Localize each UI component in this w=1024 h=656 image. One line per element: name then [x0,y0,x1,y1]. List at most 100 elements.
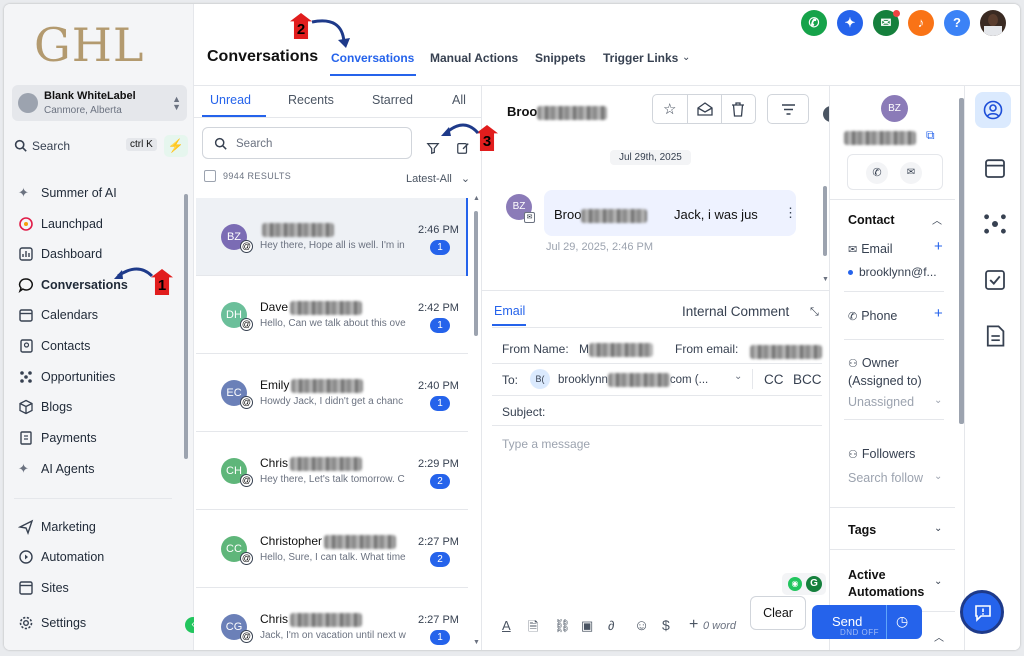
phone-icon[interactable]: ✆ [801,10,827,36]
nav-calendars[interactable]: Calendars [14,302,184,328]
scroll-up-icon[interactable]: ▲ [473,195,480,202]
trash-icon[interactable] [731,102,745,117]
sort-dropdown[interactable]: Latest-All ⌄ [406,172,470,185]
tab-all[interactable]: All [452,93,466,107]
tab-internal-comment[interactable]: Internal Comment [682,304,789,319]
filter-icon[interactable] [426,141,440,155]
conversation-row[interactable]: CG @ Chris 2:27 PM Jack, I'm on vacation unt… [196,588,468,650]
tab-unread[interactable]: Unread [210,93,251,107]
from-name-value[interactable]: M [579,342,653,357]
star-icon[interactable]: ☆ [663,100,676,118]
conversation-search-input[interactable]: Search [202,127,412,159]
tab-email[interactable]: Email [494,304,525,318]
text-format-icon[interactable]: A [502,618,511,633]
quick-action-bolt-icon[interactable]: ⚡ [164,135,188,157]
nav-blogs[interactable]: Blogs [14,394,184,420]
user-avatar[interactable] [980,10,1006,36]
select-all-checkbox[interactable] [204,170,216,182]
add-email-icon[interactable]: + [934,238,943,255]
send-button[interactable]: Send DND OFF ◷ [812,605,922,639]
bcc-button[interactable]: BCC [793,372,822,387]
sidebar-search[interactable]: Search ctrl K [12,134,160,158]
search-placeholder: Search [236,138,273,150]
document-icon[interactable]: 🗎 [528,618,538,640]
nav-marketing[interactable]: Marketing [14,514,184,540]
conversation-row[interactable]: CC @ Christopher 2:27 PM Hello, Sure, I can … [196,510,468,588]
to-field[interactable]: brooklynn com (... [558,373,708,387]
conversation-row[interactable]: DH @ Dave 2:42 PM Hello, Can we talk about t… [196,276,468,354]
nav-settings[interactable]: Settings [14,610,184,636]
tab-conversations[interactable]: Conversations [331,51,414,65]
conversation-row[interactable]: BZ @2:46 PM Hey there, Hope all is well. I… [196,198,468,276]
thread-scrollbar[interactable] [823,186,827,256]
attachment-icon[interactable]: ∂ [608,618,614,633]
grammar-assist[interactable]: ◉ G [782,573,826,595]
scroll-down-icon[interactable]: ▼ [473,639,480,646]
chevron-down-icon[interactable]: ⌄ [934,576,942,587]
bell-icon[interactable]: ♪ [908,10,934,36]
chevron-up-icon[interactable]: ︿ [934,629,944,644]
cc-button[interactable]: CC [764,372,784,387]
tab-snippets[interactable]: Snippets [535,51,586,65]
collapse-icon[interactable]: ⤡ [810,306,819,319]
nav-payments[interactable]: Payments [14,425,184,451]
chevron-down-icon[interactable]: ⌄ [934,471,942,482]
ai-sparkle-icon[interactable]: ✦ [837,10,863,36]
clear-button[interactable]: Clear [750,596,806,630]
chevron-down-icon[interactable]: ⌄ [934,395,942,406]
phone-icon[interactable]: ✆ [866,162,888,184]
emoji-icon[interactable]: ☺ [634,617,649,634]
nav-launchpad[interactable]: Launchpad [14,211,184,237]
nav-automation[interactable]: Automation [14,544,184,570]
notes-icon[interactable] [983,324,1007,348]
calendar-icon[interactable] [983,156,1007,180]
active-automations-heading[interactable]: Active Automations [848,567,938,601]
chevron-down-icon[interactable]: ⌄ [934,523,942,534]
task-check-icon[interactable] [983,268,1007,292]
tab-trigger-links[interactable]: Trigger Links [603,51,678,65]
list-scrollbar[interactable] [474,211,478,336]
conversation-row[interactable]: EC @ Emily 2:40 PM Howdy Jack, I didn't get … [196,354,468,432]
from-email-value[interactable] [750,343,822,361]
owner-select[interactable]: Unassigned [848,395,914,409]
link-icon[interactable]: ⛓ [554,618,571,634]
network-icon[interactable] [983,212,1007,236]
chevron-down-icon[interactable]: ⌄ [682,52,690,63]
message-time: 2:40 PM [418,380,459,392]
support-chat-button[interactable] [960,590,1004,634]
nav-contacts[interactable]: Contacts [14,333,184,359]
mail-open-icon[interactable] [697,102,713,116]
tab-manual-actions[interactable]: Manual Actions [430,51,518,65]
nav-summer-of-ai[interactable]: ✦ Summer of AI [14,180,184,206]
compose-new-icon[interactable] [456,141,470,155]
plus-icon[interactable]: + [689,616,698,634]
tags-heading[interactable]: Tags [848,523,876,537]
conversation-row[interactable]: CH @ Chris 2:29 PM Hey there, Let's talk tom… [196,432,468,510]
more-vertical-icon[interactable]: ⋮ [784,205,797,221]
rail-contact-active[interactable] [975,92,1011,128]
image-icon[interactable]: ▣ [581,618,593,634]
add-phone-icon[interactable]: + [934,305,943,322]
nav-opportunities[interactable]: Opportunities [14,364,184,390]
email-value[interactable]: brooklynn@f... [859,265,937,279]
nav-sites[interactable]: Sites [14,575,184,601]
chevron-down-icon[interactable]: ⌄ [734,371,742,382]
tab-recents[interactable]: Recents [288,93,334,107]
open-external-icon[interactable]: ⧉ [926,128,935,143]
sidebar-scrollbar[interactable] [184,194,188,459]
sort-lines-button[interactable] [767,94,809,124]
dollar-icon[interactable]: $ [662,617,670,633]
message-input[interactable]: Type a message [502,437,590,451]
scroll-down-icon[interactable]: ▼ [822,276,829,283]
followers-search[interactable]: Search follow [848,471,923,485]
schedule-clock-icon[interactable]: ◷ [896,613,908,630]
help-icon[interactable]: ? [944,10,970,36]
tab-starred[interactable]: Starred [372,93,413,107]
mail-icon[interactable]: ✉ [900,162,922,184]
location-switcher[interactable]: Blank WhiteLabel Canmore, Alberta ▲ ▼ [12,85,187,121]
nav-ai-agents[interactable]: ✦ AI Agents [14,456,184,482]
word-count: 0 word [703,620,737,632]
recipient-avatar: B( [530,369,550,389]
nav-dashboard[interactable]: Dashboard [14,241,184,267]
chevron-up-icon[interactable]: ︿ [932,212,942,227]
